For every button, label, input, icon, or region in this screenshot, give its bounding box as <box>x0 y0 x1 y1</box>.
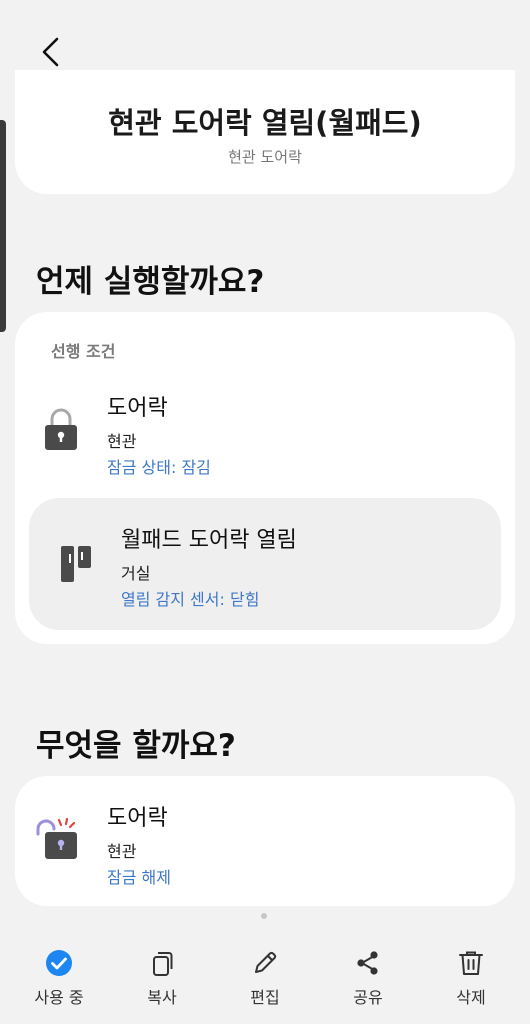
condition-item-doorlock[interactable]: 도어락 현관 잠금 상태: 잠김 <box>15 382 515 482</box>
in-use-toggle[interactable]: 사용 중 <box>9 938 109 1018</box>
condition-item-title: 월패드 도어락 열림 <box>121 528 297 553</box>
delete-button[interactable]: 삭제 <box>421 938 521 1018</box>
share-button[interactable]: 공유 <box>318 938 418 1018</box>
unlock-icon <box>36 817 77 859</box>
door-sensor-icon <box>61 546 91 582</box>
in-use-label: 사용 중 <box>34 988 84 1007</box>
rule-subtitle: 현관 도어락 <box>228 148 302 166</box>
edit-icon <box>255 951 277 973</box>
lock-icon <box>45 408 77 450</box>
back-button[interactable] <box>30 30 74 74</box>
condition-item-title: 도어락 <box>107 396 168 421</box>
chevron-left-icon <box>42 37 59 67</box>
copy-label: 복사 <box>147 988 177 1007</box>
precondition-label: 선행 조건 <box>51 342 116 361</box>
condition-item-location: 현관 <box>107 432 137 451</box>
check-circle-icon <box>46 950 72 976</box>
action-item-location: 현관 <box>107 842 137 861</box>
condition-item-status: 잠금 상태: 잠김 <box>107 458 211 477</box>
condition-item-status: 열림 감지 센서: 닫힘 <box>121 590 260 609</box>
edit-button[interactable]: 편집 <box>215 938 315 1018</box>
bottom-action-bar: 사용 중 복사 편집 공유 삭제 <box>0 938 530 1024</box>
then-heading: 무엇을 할까요? <box>36 728 236 764</box>
scroll-indicator[interactable] <box>0 120 6 332</box>
action-card[interactable]: 도어락 현관 잠금 해제 <box>15 776 515 906</box>
condition-item-location: 거실 <box>121 564 151 583</box>
action-item-status: 잠금 해제 <box>107 868 171 887</box>
edit-label: 편집 <box>250 988 280 1007</box>
share-icon <box>357 951 378 975</box>
share-label: 공유 <box>353 988 383 1007</box>
condition-item-wallpad[interactable]: 월패드 도어락 열림 거실 열림 감지 센서: 닫힘 <box>29 498 501 630</box>
when-heading: 언제 실행할까요? <box>36 264 265 300</box>
action-item-title: 도어락 <box>107 806 168 831</box>
delete-label: 삭제 <box>456 988 486 1007</box>
rule-title: 현관 도어락 열림(월패드) <box>108 106 422 140</box>
rule-header-card: 현관 도어락 열림(월패드) 현관 도어락 <box>15 70 515 194</box>
trash-icon <box>459 951 483 975</box>
copy-button[interactable]: 복사 <box>112 938 212 1018</box>
copy-icon <box>153 952 173 976</box>
condition-card: 선행 조건 도어락 현관 잠금 상태: 잠김 월패드 도어락 열림 거실 열림 … <box>15 312 515 644</box>
page-indicator-dot <box>261 913 267 919</box>
